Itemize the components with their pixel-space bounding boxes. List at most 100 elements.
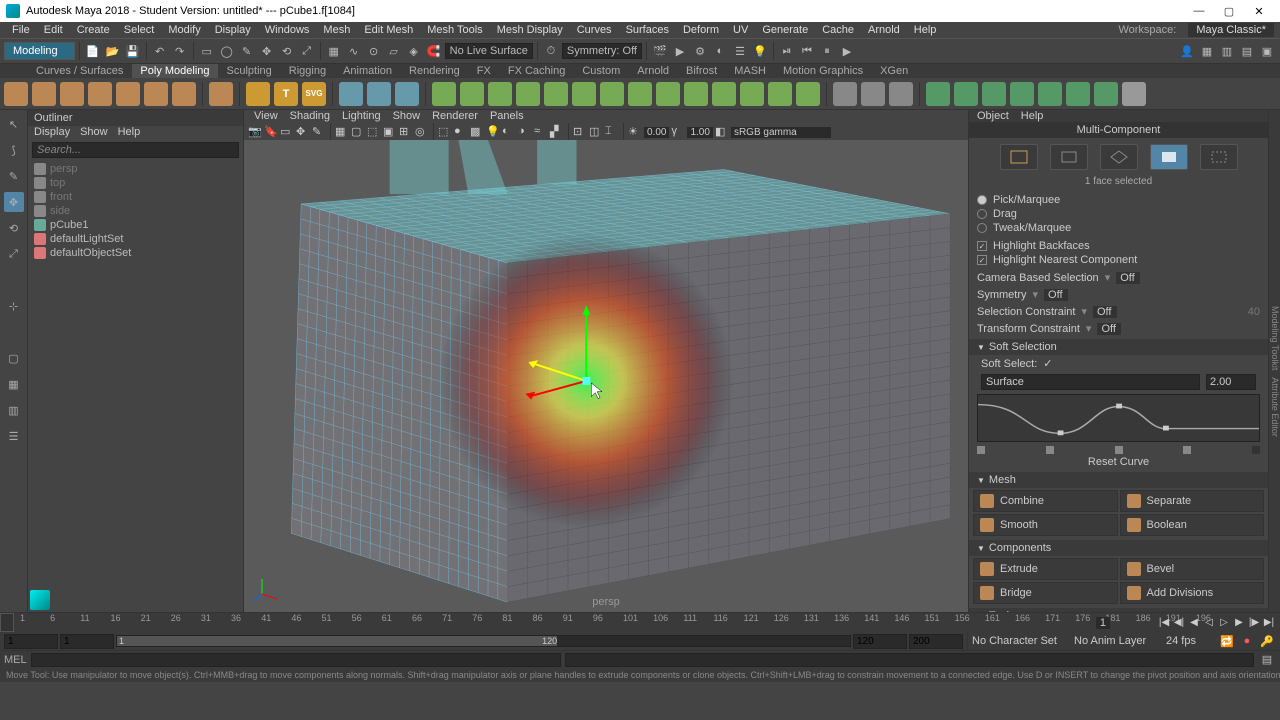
move-tool[interactable]: ✥ xyxy=(4,192,24,212)
curve-handle-4[interactable] xyxy=(1183,446,1191,454)
lasso-icon[interactable]: ◯ xyxy=(218,42,236,60)
pick-radio-0[interactable] xyxy=(977,195,987,205)
viewport-menu-panels[interactable]: Panels xyxy=(490,110,524,124)
detach-icon[interactable] xyxy=(768,82,792,106)
vp-isolate-icon[interactable]: ⊡ xyxy=(573,125,587,139)
components-section-header[interactable]: Components xyxy=(969,540,1268,556)
vp-view-transform-icon[interactable]: ◧ xyxy=(715,125,729,139)
vp-grease-icon[interactable]: ✎ xyxy=(312,125,326,139)
module-selector[interactable]: Modeling xyxy=(4,42,75,60)
slide-edge-icon[interactable] xyxy=(1038,82,1062,106)
mesh-smooth-button[interactable]: Smooth xyxy=(973,514,1118,536)
vp-gamma[interactable]: 1.00 xyxy=(687,127,712,138)
reset-curve-button[interactable]: Reset Curve xyxy=(969,454,1268,470)
soft-selection-header[interactable]: Soft Selection xyxy=(969,339,1268,355)
uv-mode-button[interactable] xyxy=(1200,144,1238,170)
time-ruler[interactable]: 1611162126313641465156616671768186919610… xyxy=(20,613,1220,632)
outliner-menu-help[interactable]: Help xyxy=(118,126,141,140)
side-tabs[interactable]: Modeling Toolkit Attribute Editor xyxy=(1268,110,1280,612)
script-editor-button[interactable]: ▤ xyxy=(1258,651,1276,669)
shelf-tab-curves-surfaces[interactable]: Curves / Surfaces xyxy=(28,64,131,78)
playblast-icon[interactable]: ⏯ xyxy=(778,42,796,60)
vp-lights-icon[interactable]: 💡 xyxy=(486,125,500,139)
pick-radio-2[interactable] xyxy=(977,223,987,233)
fps-dropdown[interactable]: 24 fps xyxy=(1166,635,1216,647)
collapse-icon[interactable] xyxy=(712,82,736,106)
combine-icon[interactable] xyxy=(432,82,456,106)
time-current-marker[interactable] xyxy=(0,613,14,632)
vp-exposure[interactable]: 0.00 xyxy=(644,127,669,138)
shelf-tab-bifrost[interactable]: Bifrost xyxy=(678,64,725,78)
falloff-mode-dropdown[interactable]: Surface xyxy=(981,374,1200,390)
sel-constraint-value[interactable]: Off xyxy=(1093,306,1117,318)
render-settings-icon[interactable]: ⚙ xyxy=(691,42,709,60)
shelf-tab-rendering[interactable]: Rendering xyxy=(401,64,468,78)
vp-exposure-icon[interactable]: ☀ xyxy=(628,125,642,139)
move-tool-icon[interactable]: ✥ xyxy=(258,42,276,60)
menu-surfaces[interactable]: Surfaces xyxy=(620,24,675,36)
auto-key-button[interactable]: ● xyxy=(1238,632,1256,650)
current-frame-field[interactable]: 1 xyxy=(1096,617,1110,629)
shelf-tab-fx-caching[interactable]: FX Caching xyxy=(500,64,573,78)
outliner-menu-show[interactable]: Show xyxy=(80,126,108,140)
curve-handle-5[interactable] xyxy=(1252,446,1260,454)
super-shape-icon[interactable] xyxy=(367,82,391,106)
vertex-mode-button[interactable] xyxy=(1050,144,1088,170)
hypershade-icon[interactable]: ◐ xyxy=(711,42,729,60)
menu-mesh[interactable]: Mesh xyxy=(317,24,356,36)
step-back-key-button[interactable]: ◀| xyxy=(1172,615,1186,629)
vp-ao-icon[interactable]: ◑ xyxy=(518,125,532,139)
render-icon[interactable]: 🎬 xyxy=(651,42,669,60)
play-icon[interactable]: ▶ xyxy=(838,42,856,60)
poly-type-icon[interactable] xyxy=(246,82,270,106)
vp-wireframe-icon[interactable]: ⬚ xyxy=(438,125,452,139)
save-scene-icon[interactable]: 💾 xyxy=(124,42,142,60)
shelf-tab-fx[interactable]: FX xyxy=(469,64,499,78)
menu-generate[interactable]: Generate xyxy=(756,24,814,36)
mesh-section-header[interactable]: Mesh xyxy=(969,472,1268,488)
poly-disc-icon[interactable] xyxy=(172,82,196,106)
outliner-item-front[interactable]: front xyxy=(32,190,239,204)
symmetry-value[interactable]: Off xyxy=(1044,289,1068,301)
menu-cache[interactable]: Cache xyxy=(816,24,860,36)
connect-icon[interactable] xyxy=(740,82,764,106)
vp-select-camera-icon[interactable]: 📷 xyxy=(248,125,262,139)
snap-point-icon[interactable]: ⊙ xyxy=(365,42,383,60)
edge-mode-button[interactable] xyxy=(1100,144,1138,170)
poke-icon[interactable] xyxy=(1094,82,1118,106)
menu-help[interactable]: Help xyxy=(908,24,943,36)
menu-mesh-tools[interactable]: Mesh Tools xyxy=(421,24,488,36)
snap-curve-icon[interactable]: ∿ xyxy=(345,42,363,60)
vp-gate-mask-icon[interactable]: ▣ xyxy=(383,125,397,139)
layout-3-icon[interactable]: ▤ xyxy=(1238,42,1256,60)
new-scene-icon[interactable]: 📄 xyxy=(84,42,102,60)
vp-shadows-icon[interactable]: ◐ xyxy=(502,125,516,139)
super-ellipse-icon[interactable] xyxy=(339,82,363,106)
shelf-tab-sculpting[interactable]: Sculpting xyxy=(219,64,280,78)
separate-icon[interactable] xyxy=(460,82,484,106)
account-icon[interactable]: 👤 xyxy=(1178,42,1196,60)
edge-flow-icon[interactable] xyxy=(889,82,913,106)
camera-based-sel-value[interactable]: Off xyxy=(1116,272,1140,284)
curve-handle-3[interactable] xyxy=(1115,446,1123,454)
menu-windows[interactable]: Windows xyxy=(259,24,316,36)
vp-grid-icon[interactable]: ▦ xyxy=(335,125,349,139)
fill-hole-icon[interactable] xyxy=(656,82,680,106)
command-input[interactable] xyxy=(31,653,561,667)
paint-tool[interactable]: ✎ xyxy=(4,166,24,186)
menu-select[interactable]: Select xyxy=(118,24,161,36)
transform-constraint-value[interactable]: Off xyxy=(1097,323,1121,335)
menu-file[interactable]: File xyxy=(6,24,36,36)
shelf-tab-poly-modeling[interactable]: Poly Modeling xyxy=(132,64,217,78)
pick-radio-1[interactable] xyxy=(977,209,987,219)
vp-xray-joints-icon[interactable]: ⌶ xyxy=(605,125,619,139)
vp-safe-action-icon[interactable]: ◎ xyxy=(415,125,429,139)
snap-plane-icon[interactable]: ▱ xyxy=(385,42,403,60)
poly-plane-icon[interactable] xyxy=(144,82,168,106)
viewport-menu-view[interactable]: View xyxy=(254,110,278,124)
falloff-radius-field[interactable]: 2.00 xyxy=(1206,374,1256,390)
scale-tool-icon[interactable]: ⤢ xyxy=(298,42,316,60)
play-forward-button[interactable]: ▷ xyxy=(1217,615,1231,629)
target-weld-icon[interactable] xyxy=(861,82,885,106)
poly-cylinder-icon[interactable] xyxy=(60,82,84,106)
